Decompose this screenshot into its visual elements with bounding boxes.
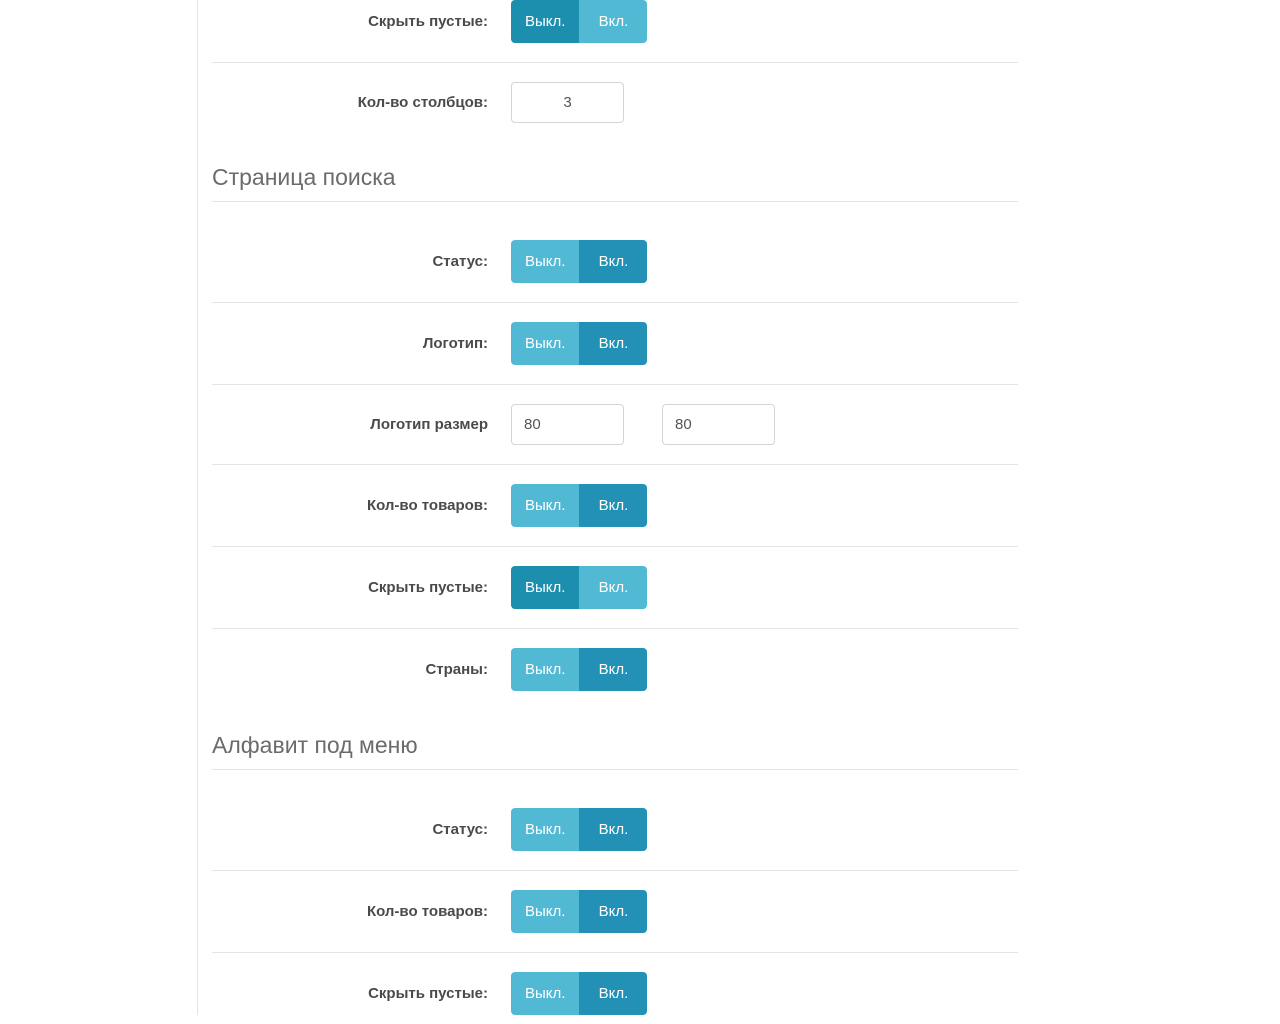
toggle-off-btn[interactable]: Выкл. (511, 808, 579, 851)
toggle-alpha-product-count[interactable]: Выкл. Вкл. (511, 890, 647, 933)
toggle-on-btn[interactable]: Вкл. (579, 890, 647, 933)
heading-search-page: Страница поиска (212, 142, 1018, 202)
row-search-product-count: Кол-во товаров: Выкл. Вкл. (212, 465, 1018, 547)
row-search-logo-size: Логотип размер (212, 385, 1018, 465)
label-alpha-product-count: Кол-во товаров: (212, 903, 511, 920)
label-search-status: Статус: (212, 253, 511, 270)
label-search-hide-empty: Скрыть пустые: (212, 579, 511, 596)
label-columns: Кол-во столбцов: (212, 94, 511, 111)
toggle-on-btn[interactable]: Вкл. (579, 972, 647, 1015)
row-search-status: Статус: Выкл. Вкл. (212, 202, 1018, 303)
label-hide-empty-0: Скрыть пустые: (212, 13, 511, 30)
toggle-off-btn[interactable]: Выкл. (511, 0, 579, 43)
toggle-off-btn[interactable]: Выкл. (511, 972, 579, 1015)
toggle-alpha-hide-empty[interactable]: Выкл. Вкл. (511, 972, 647, 1015)
toggle-search-status[interactable]: Выкл. Вкл. (511, 240, 647, 283)
row-search-countries: Страны: Выкл. Вкл. (212, 629, 1018, 710)
label-search-logo-size: Логотип размер (212, 416, 511, 433)
input-logo-size-w[interactable] (511, 404, 624, 445)
toggle-off-btn[interactable]: Выкл. (511, 648, 579, 691)
row-alpha-product-count: Кол-во товаров: Выкл. Вкл. (212, 871, 1018, 953)
toggle-search-countries[interactable]: Выкл. Вкл. (511, 648, 647, 691)
row-columns: Кол-во столбцов: (212, 63, 1018, 142)
toggle-search-logo[interactable]: Выкл. Вкл. (511, 322, 647, 365)
toggle-on-btn[interactable]: Вкл. (579, 566, 647, 609)
toggle-on-btn[interactable]: Вкл. (579, 484, 647, 527)
label-search-product-count: Кол-во товаров: (212, 497, 511, 514)
row-search-hide-empty: Скрыть пустые: Выкл. Вкл. (212, 547, 1018, 629)
toggle-off-btn[interactable]: Выкл. (511, 484, 579, 527)
row-hide-empty-0: Скрыть пустые: Выкл. Вкл. (212, 0, 1018, 63)
toggle-off-btn[interactable]: Выкл. (511, 322, 579, 365)
label-search-logo: Логотип: (212, 335, 511, 352)
toggle-on-btn[interactable]: Вкл. (579, 240, 647, 283)
toggle-on-btn[interactable]: Вкл. (579, 648, 647, 691)
settings-form: Скрыть пустые: Выкл. Вкл. Кол-во столбцо… (197, 0, 1032, 1015)
input-logo-size-h[interactable] (662, 404, 775, 445)
heading-alphabet: Алфавит под меню (212, 710, 1018, 770)
row-search-logo: Логотип: Выкл. Вкл. (212, 303, 1018, 385)
toggle-hide-empty-0[interactable]: Выкл. Вкл. (511, 0, 647, 43)
toggle-off-btn[interactable]: Выкл. (511, 566, 579, 609)
label-alpha-hide-empty: Скрыть пустые: (212, 985, 511, 1002)
toggle-on-btn[interactable]: Вкл. (579, 808, 647, 851)
toggle-alpha-status[interactable]: Выкл. Вкл. (511, 808, 647, 851)
row-alpha-status: Статус: Выкл. Вкл. (212, 770, 1018, 871)
row-alpha-hide-empty: Скрыть пустые: Выкл. Вкл. (212, 953, 1018, 1015)
toggle-on-btn[interactable]: Вкл. (579, 0, 647, 43)
toggle-on-btn[interactable]: Вкл. (579, 322, 647, 365)
toggle-search-hide-empty[interactable]: Выкл. Вкл. (511, 566, 647, 609)
toggle-off-btn[interactable]: Выкл. (511, 240, 579, 283)
input-columns[interactable] (511, 82, 624, 123)
toggle-off-btn[interactable]: Выкл. (511, 890, 579, 933)
toggle-search-product-count[interactable]: Выкл. Вкл. (511, 484, 647, 527)
label-alpha-status: Статус: (212, 821, 511, 838)
label-search-countries: Страны: (212, 661, 511, 678)
